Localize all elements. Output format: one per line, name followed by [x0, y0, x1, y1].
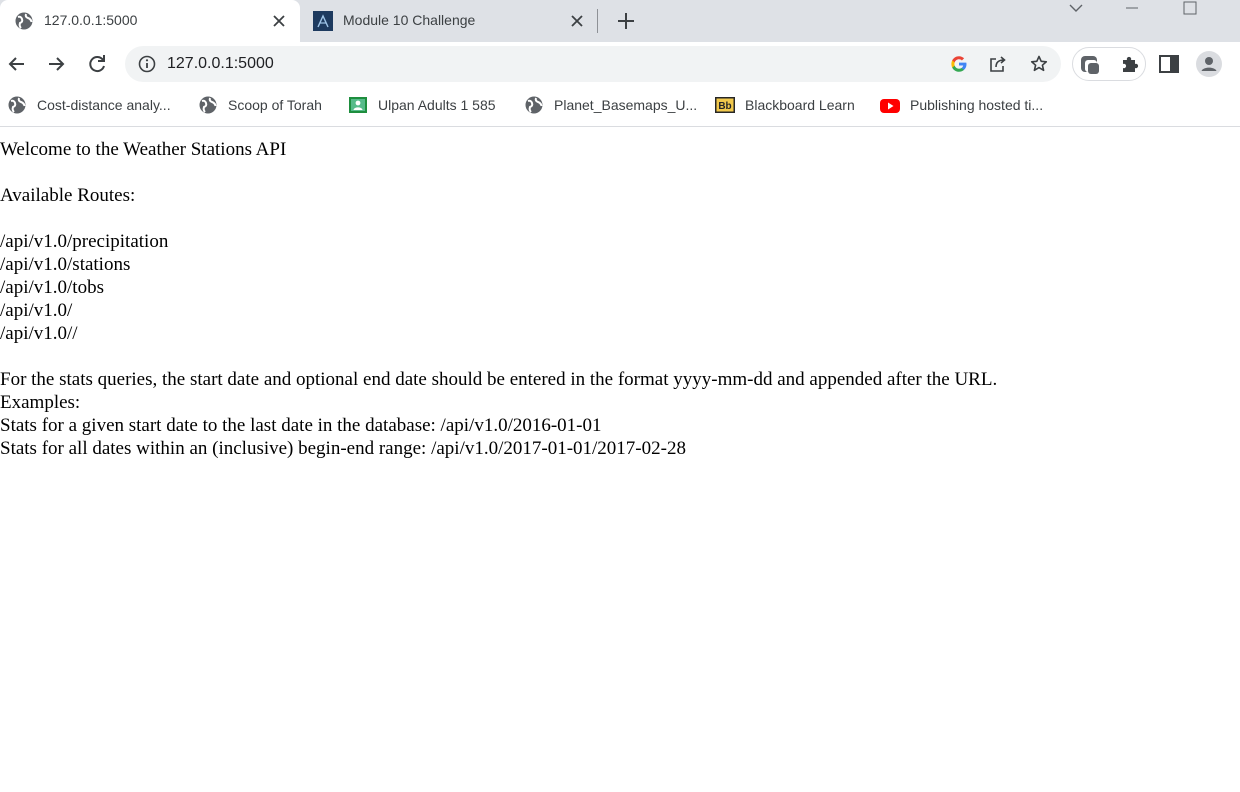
bookmark-planet-basemaps[interactable]: Planet_Basemaps_U... [524, 94, 697, 116]
route-start: /api/v1.0/ [0, 300, 73, 321]
bookmark-blackboard-learn[interactable]: Bb Blackboard Learn [715, 94, 855, 116]
tab-module-10[interactable]: Module 10 Challenge [300, 0, 598, 42]
example-start-date: Stats for a given start date to the last… [0, 415, 602, 436]
tab-localhost[interactable]: 127.0.0.1:5000 [0, 0, 300, 42]
globe-icon [199, 96, 217, 114]
bookmark-ulpan-adults[interactable]: Ulpan Adults 1 585 [348, 94, 496, 116]
reload-icon[interactable] [85, 52, 109, 76]
side-panel-icon[interactable] [1158, 53, 1180, 75]
bookmark-label: Blackboard Learn [745, 97, 855, 113]
google-icon[interactable] [949, 54, 969, 74]
bookmark-star-icon[interactable] [1029, 54, 1049, 74]
share-icon[interactable] [988, 54, 1008, 74]
tab-title: 127.0.0.1:5000 [44, 12, 138, 28]
route-start-end: /api/v1.0// [0, 323, 78, 344]
bookmark-label: Cost-distance analy... [37, 97, 171, 113]
close-tab-icon[interactable] [270, 12, 288, 30]
tab-title: Module 10 Challenge [343, 12, 476, 28]
tab-strip: 127.0.0.1:5000 Module 10 Challenge [0, 0, 1240, 42]
toolbar: 127.0.0.1:5000 [0, 42, 1240, 86]
bookmark-label: Publishing hosted ti... [910, 97, 1044, 113]
route-tobs: /api/v1.0/tobs [0, 277, 104, 298]
info-icon[interactable] [137, 54, 157, 74]
route-stations: /api/v1.0/stations [0, 254, 131, 275]
extension-app-icon[interactable] [1079, 53, 1101, 75]
blackboard-icon: Bb [715, 97, 735, 113]
bookmark-label: Scoop of Torah [228, 97, 322, 113]
routes-heading: Available Routes: [0, 185, 136, 206]
bookmark-publishing-hosted[interactable]: Publishing hosted ti... [880, 94, 1043, 116]
bookmark-label: Planet_Basemaps_U... [554, 97, 698, 113]
stats-note: For the stats queries, the start date an… [0, 369, 998, 390]
address-bar[interactable]: 127.0.0.1:5000 [125, 46, 1061, 82]
example-date-range: Stats for all dates within an (inclusive… [0, 438, 686, 459]
bookmark-scoop-of-torah[interactable]: Scoop of Torah [198, 94, 322, 116]
back-icon[interactable] [5, 52, 29, 76]
tab-separator [597, 9, 598, 33]
examples-heading: Examples: [0, 392, 81, 413]
minimize-icon[interactable] [1124, 0, 1140, 16]
youtube-icon [880, 99, 900, 113]
url-text[interactable]: 127.0.0.1:5000 [167, 55, 274, 73]
profile-icon[interactable] [1196, 51, 1222, 77]
globe-icon [8, 96, 26, 114]
bookmarks-bar: Cost-distance analy... Scoop of Torah Ul… [0, 86, 1240, 127]
route-precipitation: /api/v1.0/precipitation [0, 231, 169, 252]
tab-search-icon[interactable] [1068, 0, 1084, 16]
bookmark-cost-distance[interactable]: Cost-distance analy... [7, 94, 171, 116]
classroom-icon [349, 97, 367, 113]
welcome-heading: Welcome to the Weather Stations API [0, 139, 287, 160]
new-tab-icon[interactable] [613, 8, 639, 34]
forward-icon[interactable] [44, 52, 68, 76]
maximize-icon[interactable] [1182, 0, 1198, 16]
globe-icon [525, 96, 543, 114]
page-content: Welcome to the Weather Stations API Avai… [0, 128, 1240, 792]
bookmark-label: Ulpan Adults 1 585 [378, 97, 496, 113]
puzzle-icon[interactable] [1119, 53, 1141, 75]
canvas-icon [313, 11, 333, 31]
close-tab-icon[interactable] [568, 12, 586, 30]
svg-text:Bb: Bb [718, 101, 731, 112]
globe-icon [15, 12, 33, 30]
extensions-group [1072, 47, 1146, 81]
